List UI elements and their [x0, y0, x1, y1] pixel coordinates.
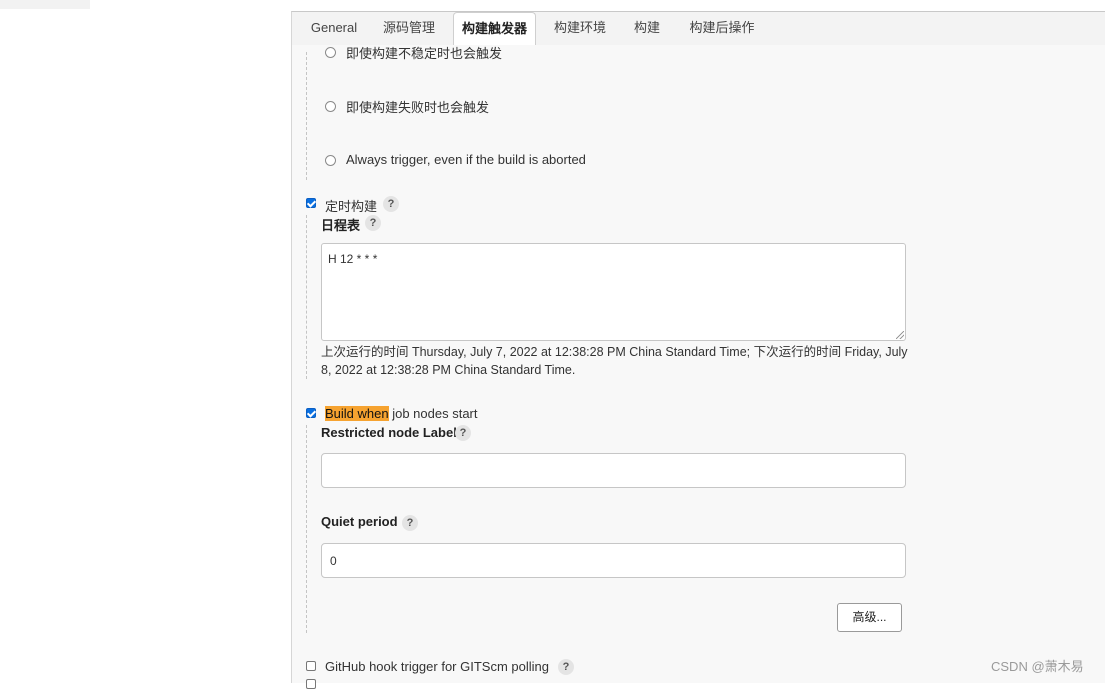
tab-build-environment[interactable]: 构建环境	[547, 12, 613, 44]
build-when-label: Build when job nodes start	[325, 406, 478, 421]
radio-aborted-label: Always trigger, even if the build is abo…	[346, 152, 586, 167]
radio-aborted[interactable]	[325, 155, 336, 166]
tab-build[interactable]: 构建	[627, 12, 667, 44]
quiet-period-input[interactable]: 0	[321, 543, 906, 578]
radio-failed[interactable]	[325, 101, 336, 112]
quiet-period-label: Quiet period	[321, 514, 398, 529]
schedule-label: 日程表	[321, 218, 361, 233]
github-hook-checkbox[interactable]	[306, 661, 316, 671]
build-when-text: job nodes start	[388, 406, 478, 421]
help-icon[interactable]: ?	[558, 659, 574, 675]
config-panel: General 源码管理 构建触发器 构建环境 构建 构建后操作 即使构建不稳定…	[291, 11, 1105, 689]
help-icon[interactable]: ?	[402, 515, 418, 531]
github-hook-label: GitHub hook trigger for GITScm polling	[325, 659, 549, 674]
resize-handle[interactable]	[896, 331, 904, 339]
restricted-node-input[interactable]	[321, 453, 906, 488]
quiet-period-value: 0	[330, 554, 337, 568]
help-icon[interactable]: ?	[383, 196, 399, 212]
restricted-node-label: Restricted node Label	[321, 425, 457, 440]
schedule-value: H 12 * * *	[328, 252, 378, 266]
radio-failed-label: 即使构建失败时也会触发	[346, 100, 490, 115]
tab-source-control[interactable]: 源码管理	[376, 12, 442, 44]
schedule-info: 上次运行的时间 Thursday, July 7, 2022 at 12:38:…	[321, 343, 911, 379]
next-trigger-checkbox[interactable]	[306, 679, 316, 689]
tab-general[interactable]: General	[302, 12, 366, 44]
section-guide-line	[306, 215, 307, 379]
top-strip	[0, 0, 90, 9]
radio-unstable[interactable]	[325, 47, 336, 58]
tab-build-triggers[interactable]: 构建触发器	[453, 12, 536, 45]
tab-bar: General 源码管理 构建触发器 构建环境 构建 构建后操作	[292, 12, 1105, 45]
schedule-textarea[interactable]: H 12 * * *	[321, 243, 906, 341]
section-guide-line	[306, 52, 307, 180]
scheduled-build-checkbox[interactable]	[306, 198, 316, 208]
watermark: CSDN @萧木易	[991, 659, 1084, 674]
build-when-checkbox[interactable]	[306, 408, 316, 418]
schedule-info-line: 8, 2022 at 12:38:28 PM China Standard Ti…	[321, 363, 576, 377]
radio-unstable-label: 即使构建不稳定时也会触发	[346, 46, 503, 61]
schedule-info-line: 上次运行的时间 Thursday, July 7, 2022 at 12:38:…	[321, 345, 908, 359]
help-icon[interactable]: ?	[365, 215, 381, 231]
tab-post-build[interactable]: 构建后操作	[682, 12, 762, 44]
search-highlight: Build when	[325, 406, 389, 421]
section-guide-line	[306, 425, 307, 633]
advanced-button[interactable]: 高级...	[837, 603, 902, 632]
scheduled-build-label: 定时构建	[325, 199, 378, 214]
help-icon[interactable]: ?	[455, 425, 471, 441]
